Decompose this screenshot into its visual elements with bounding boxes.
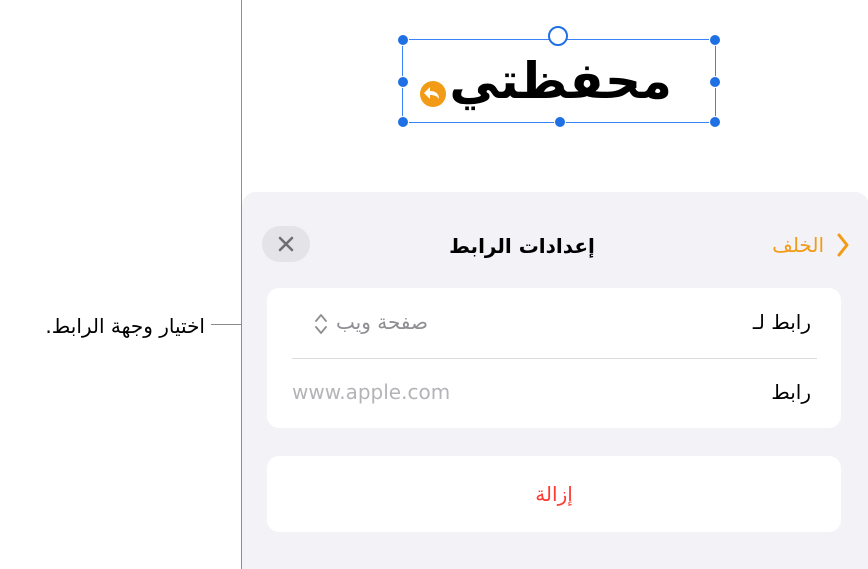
back-button[interactable]: الخلف bbox=[738, 228, 858, 262]
link-to-label: رابط لـ bbox=[752, 310, 811, 334]
resize-handle-top-left[interactable] bbox=[397, 34, 409, 46]
link-row[interactable]: رابط www.apple.com bbox=[267, 358, 841, 428]
link-url-field[interactable]: www.apple.com bbox=[292, 380, 450, 404]
close-button[interactable] bbox=[262, 226, 310, 262]
text-box-content[interactable]: محفظتي bbox=[449, 46, 672, 116]
resize-handle-top-right[interactable] bbox=[709, 34, 721, 46]
remove-button[interactable]: إزالة bbox=[267, 482, 841, 506]
document-canvas: محفظتي bbox=[242, 0, 868, 200]
link-to-value-wrap[interactable]: صفحة ويب bbox=[312, 310, 428, 334]
remove-link-card: إزالة bbox=[267, 456, 841, 532]
close-icon bbox=[278, 236, 294, 252]
resize-handle-middle-left[interactable] bbox=[397, 76, 409, 88]
link-to-row[interactable]: رابط لـ صفحة ويب bbox=[267, 288, 841, 358]
ipad-screen: محفظتي إعدادات الرابط الخلف رابط لـ صفحة… bbox=[241, 0, 868, 569]
curved-arrow-icon bbox=[424, 87, 439, 99]
resize-handle-bottom-middle[interactable] bbox=[554, 116, 566, 128]
chevron-up-down-icon bbox=[315, 314, 327, 334]
resize-handle-bottom-left[interactable] bbox=[397, 116, 409, 128]
rotation-handle[interactable] bbox=[548, 26, 568, 46]
resize-handle-bottom-right[interactable] bbox=[709, 116, 721, 128]
link-settings-card: رابط لـ صفحة ويب رابط www.apple.com bbox=[267, 288, 841, 428]
link-badge-icon[interactable] bbox=[417, 78, 449, 110]
link-label: رابط bbox=[771, 380, 811, 404]
link-to-value: صفحة ويب bbox=[336, 310, 428, 334]
link-settings-panel: إعدادات الرابط الخلف رابط لـ صفحة ويب را… bbox=[242, 192, 868, 569]
chevron-right-icon bbox=[837, 233, 849, 257]
resize-handle-middle-right[interactable] bbox=[709, 76, 721, 88]
panel-title: إعدادات الرابط bbox=[449, 234, 595, 258]
callout-label: اختيار وجهة الرابط. bbox=[45, 314, 205, 338]
back-button-label: الخلف bbox=[772, 233, 824, 257]
